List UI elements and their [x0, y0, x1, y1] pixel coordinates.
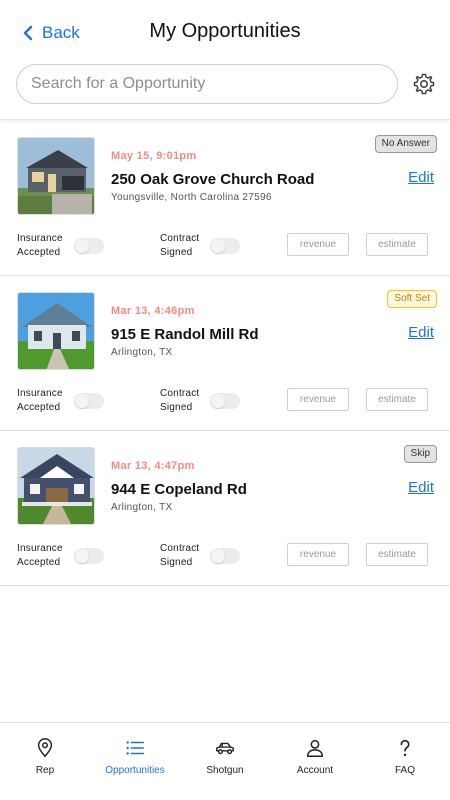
house-photo [17, 447, 95, 525]
user-icon [306, 739, 324, 757]
estimate-input[interactable] [366, 543, 428, 566]
opportunity-address: 250 Oak Grove Church Road [111, 171, 315, 188]
search-input[interactable] [16, 64, 398, 104]
opportunity-address: 944 E Copeland Rd [111, 481, 247, 498]
opportunity-date: Mar 13, 4:47pm [111, 460, 195, 472]
contract-label: Contract Signed [160, 233, 200, 258]
tab-label: Rep [35, 765, 55, 776]
page-title: My Opportunities [149, 20, 301, 42]
tab-label: Shotgun [206, 765, 244, 776]
opportunity-city: Arlington, TX [111, 347, 173, 358]
opportunity-list: May 15, 9:01pm 250 Oak Grove Church Road… [0, 121, 450, 586]
edit-link[interactable]: Edit [408, 169, 434, 186]
insurance-label: Insurance Accepted [17, 233, 63, 258]
tab-shotgun[interactable]: Shotgun [180, 723, 270, 800]
opportunity-card[interactable]: Mar 13, 4:46pm 915 E Randol Mill Rd Arli… [0, 276, 450, 431]
insurance-toggle[interactable] [74, 393, 104, 409]
tab-label: Opportunities [105, 765, 165, 776]
header: Back My Opportunities [0, 0, 450, 120]
tab-opportunities[interactable]: Opportunities [90, 723, 180, 800]
tab-rep[interactable]: Rep [0, 723, 90, 800]
opportunity-address: 915 E Randol Mill Rd [111, 326, 259, 343]
tab-label: Account [296, 765, 334, 776]
edit-link[interactable]: Edit [408, 324, 434, 341]
revenue-input[interactable] [287, 543, 349, 566]
tab-account[interactable]: Account [270, 723, 360, 800]
map-pin-icon [37, 738, 53, 757]
status-badge: Skip [403, 445, 437, 463]
estimate-input[interactable] [366, 233, 428, 256]
edit-link[interactable]: Edit [408, 479, 434, 496]
insurance-label: Insurance Accepted [17, 388, 63, 413]
question-icon [400, 739, 410, 757]
estimate-input[interactable] [366, 388, 428, 411]
contract-toggle[interactable] [210, 548, 240, 564]
insurance-toggle[interactable] [74, 548, 104, 564]
list-icon [126, 741, 144, 755]
revenue-input[interactable] [287, 233, 349, 256]
car-icon [216, 742, 234, 755]
gear-icon[interactable] [412, 72, 436, 96]
opportunity-date: Mar 13, 4:46pm [111, 305, 195, 317]
opportunity-city: Arlington, TX [111, 502, 173, 513]
insurance-toggle[interactable] [74, 238, 104, 254]
tab-label: FAQ [394, 765, 415, 776]
opportunity-card[interactable]: May 15, 9:01pm 250 Oak Grove Church Road… [0, 121, 450, 276]
contract-label: Contract Signed [160, 388, 200, 413]
house-photo [17, 137, 95, 215]
contract-toggle[interactable] [210, 393, 240, 409]
tab-bar: Rep Opportunities Shotgun Account FAQ [0, 722, 450, 800]
status-badge: No Answer [374, 135, 437, 153]
opportunity-city: Youngsville, North Carolina 27596 [111, 192, 272, 203]
opportunity-card[interactable]: Mar 13, 4:47pm 944 E Copeland Rd Arlingt… [0, 431, 450, 586]
revenue-input[interactable] [287, 388, 349, 411]
insurance-label: Insurance Accepted [17, 543, 63, 568]
status-badge: Soft Set [387, 290, 437, 308]
opportunity-date: May 15, 9:01pm [111, 150, 197, 162]
contract-label: Contract Signed [160, 543, 200, 568]
tab-faq[interactable]: FAQ [360, 723, 450, 800]
contract-toggle[interactable] [210, 238, 240, 254]
house-photo [17, 292, 95, 370]
